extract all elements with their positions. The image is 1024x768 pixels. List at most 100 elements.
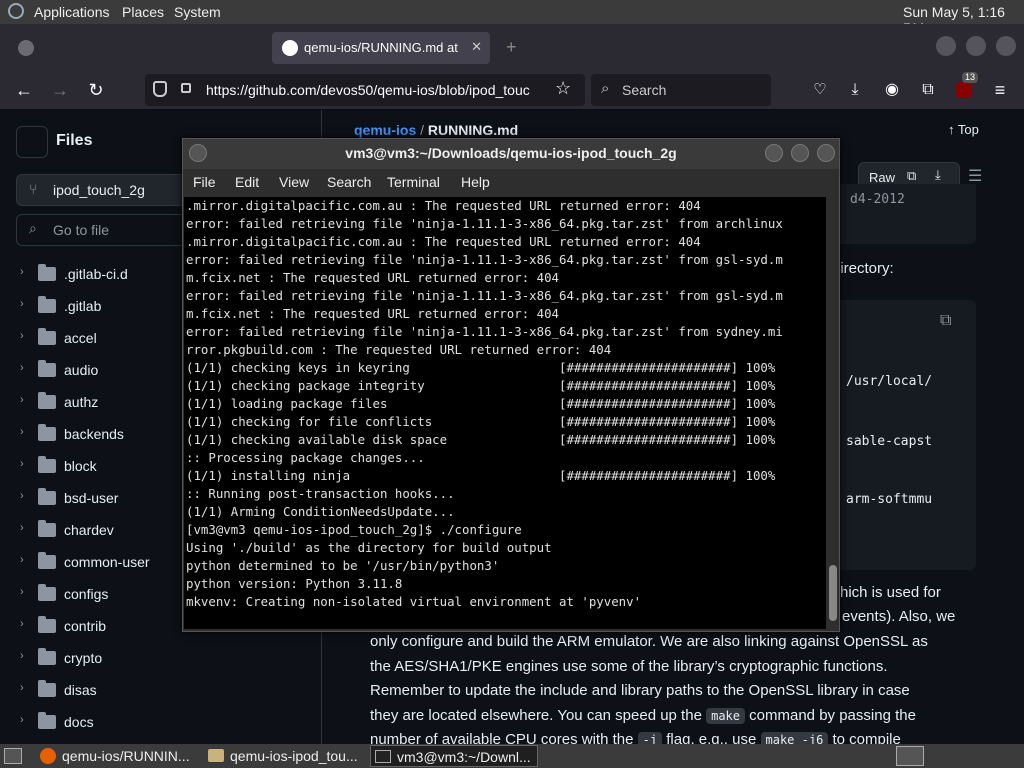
go-to-file-input[interactable]: ⌕ Go to file — [16, 214, 186, 246]
sidebar-item-label: docs — [64, 714, 94, 730]
minimize-window-button[interactable] — [936, 36, 956, 56]
sidebar-item-contrib[interactable]: › contrib — [0, 610, 180, 642]
account-icon[interactable]: ◉ — [880, 78, 904, 102]
folder-icon — [38, 456, 56, 473]
chevron-right-icon[interactable]: › — [20, 554, 24, 566]
terminal-output[interactable]: .mirror.digitalpacific.com.au : The requ… — [184, 197, 826, 629]
new-tab-icon[interactable]: + — [506, 37, 517, 58]
sidebar-item-gitlab[interactable]: › .gitlab — [0, 290, 180, 322]
sidebar-item-label: disas — [64, 682, 97, 698]
sidebar-item-crypto[interactable]: › crypto — [0, 642, 180, 674]
chevron-right-icon[interactable]: › — [20, 362, 24, 374]
terminal-line: (1/1) checking keys in keyring [########… — [186, 360, 776, 375]
sidebar-item-block[interactable]: › block — [0, 450, 180, 482]
shield-icon[interactable] — [153, 81, 167, 97]
terminal-line: (1/1) installing ninja [################… — [186, 468, 776, 483]
places-menu[interactable]: Places — [122, 4, 164, 20]
minimize-button[interactable] — [765, 144, 783, 162]
folder-icon — [38, 520, 56, 537]
close-tab-icon[interactable]: ✕ — [471, 39, 482, 55]
raw-button[interactable]: Raw — [869, 170, 895, 185]
window-menu-button[interactable] — [189, 144, 207, 162]
folder-icon — [38, 296, 56, 313]
task-firefox[interactable]: qemu-ios/RUNNIN... — [36, 745, 200, 767]
terminal-menubar: File Edit View Search Terminal Help — [183, 169, 839, 195]
chevron-right-icon[interactable]: › — [20, 522, 24, 534]
browser-tab-bar: qemu-ios/RUNNING.md at ✕ + — [0, 24, 1024, 70]
copy-icon[interactable]: ⧉ — [907, 168, 916, 184]
applications-menu[interactable]: Applications — [34, 4, 110, 20]
tab-inactive[interactable] — [8, 32, 266, 64]
task-file-manager[interactable]: qemu-ios-ipod_tou... — [204, 745, 366, 767]
extensions-icon[interactable]: ⧉ — [916, 78, 940, 102]
sidebar-item-audio[interactable]: › audio — [0, 354, 180, 386]
menu-search[interactable]: Search — [327, 174, 371, 190]
sidebar-item-gitlab-ci-d[interactable]: › .gitlab-ci.d — [0, 258, 180, 290]
forward-arrow-icon[interactable]: → — [48, 78, 72, 102]
chevron-right-icon[interactable]: › — [20, 682, 24, 694]
download-icon[interactable]: ⤓ — [935, 167, 941, 183]
sidebar-item-backends[interactable]: › backends — [0, 418, 180, 450]
branch-selector[interactable]: ⑂ ipod_touch_2g — [16, 174, 186, 206]
chevron-right-icon[interactable]: › — [20, 426, 24, 438]
menu-terminal[interactable]: Terminal — [387, 174, 440, 190]
chevron-right-icon[interactable]: › — [20, 714, 24, 726]
maximize-button[interactable] — [791, 144, 809, 162]
back-arrow-icon[interactable]: ← — [12, 78, 36, 102]
terminal-titlebar[interactable]: vm3@vm3:~/Downloads/qemu-ios-ipod_touch_… — [183, 139, 839, 169]
task-terminal[interactable]: vm3@vm3:~/Downl... — [370, 745, 538, 767]
sidebar-item-label: bsd-user — [64, 490, 119, 506]
copy-code-icon[interactable]: ⧉ — [940, 312, 951, 330]
chevron-right-icon[interactable]: › — [20, 330, 24, 342]
system-menu[interactable]: System — [174, 4, 221, 20]
close-button[interactable] — [817, 144, 835, 162]
reload-icon[interactable]: ↻ — [84, 78, 108, 102]
folder-icon — [38, 360, 56, 377]
close-window-button[interactable] — [996, 36, 1016, 56]
sidebar-item-chardev[interactable]: › chardev — [0, 514, 180, 546]
chevron-right-icon[interactable]: › — [20, 458, 24, 470]
sidebar-item-disas[interactable]: › disas — [0, 674, 180, 706]
outline-icon[interactable]: ☰ — [968, 166, 988, 186]
url-text[interactable]: https://github.com/devos50/qemu-ios/blob… — [206, 82, 546, 98]
terminal-window[interactable]: vm3@vm3:~/Downloads/qemu-ios-ipod_touch_… — [182, 138, 840, 632]
tab-running-md[interactable]: qemu-ios/RUNNING.md at ✕ — [272, 32, 490, 64]
sidebar-item-authz[interactable]: › authz — [0, 386, 180, 418]
menu-icon[interactable]: ≡ — [988, 78, 1012, 102]
maximize-window-button[interactable] — [966, 36, 986, 56]
sidebar-item-accel[interactable]: › accel — [0, 322, 180, 354]
sidebar-item-docs[interactable]: › docs — [0, 706, 180, 738]
pocket-icon[interactable]: ♡ — [808, 78, 832, 102]
chevron-right-icon[interactable]: › — [20, 490, 24, 502]
terminal-scrollbar[interactable] — [828, 197, 838, 629]
menu-view[interactable]: View — [279, 174, 309, 190]
collapse-sidebar-icon[interactable] — [16, 126, 48, 158]
chevron-right-icon[interactable]: › — [20, 266, 24, 278]
chevron-right-icon[interactable]: › — [20, 618, 24, 630]
menu-file[interactable]: File — [193, 174, 216, 190]
sidebar-item-label: block — [64, 458, 97, 474]
chevron-right-icon[interactable]: › — [20, 586, 24, 598]
search-bar[interactable]: ⌕ Search — [591, 74, 771, 106]
sidebar-item-bsd-user[interactable]: › bsd-user — [0, 482, 180, 514]
workspace-switcher[interactable] — [896, 746, 924, 766]
show-desktop-icon[interactable] — [4, 748, 22, 764]
chevron-right-icon[interactable]: › — [20, 298, 24, 310]
folder-icon — [38, 584, 56, 601]
downloads-icon[interactable]: ⤓ — [843, 78, 867, 102]
scrollbar-thumb[interactable] — [829, 565, 837, 621]
folder-icon — [38, 392, 56, 409]
url-bar[interactable]: https://github.com/devos50/qemu-ios/blob… — [145, 74, 585, 106]
sidebar-item-label: accel — [64, 330, 97, 346]
chevron-right-icon[interactable]: › — [20, 394, 24, 406]
sidebar-item-common-user[interactable]: › common-user — [0, 546, 180, 578]
breadcrumb-repo-link[interactable]: qemu-ios — [354, 122, 416, 138]
sidebar-item-configs[interactable]: › configs — [0, 578, 180, 610]
chevron-right-icon[interactable]: › — [20, 650, 24, 662]
top-button[interactable]: ↑ Top — [948, 122, 979, 137]
menu-help[interactable]: Help — [461, 174, 490, 190]
lock-icon[interactable] — [181, 83, 191, 93]
ublock-icon[interactable]: 13 — [952, 72, 979, 102]
menu-edit[interactable]: Edit — [235, 174, 259, 190]
bookmark-star-icon[interactable]: ☆ — [555, 78, 571, 99]
